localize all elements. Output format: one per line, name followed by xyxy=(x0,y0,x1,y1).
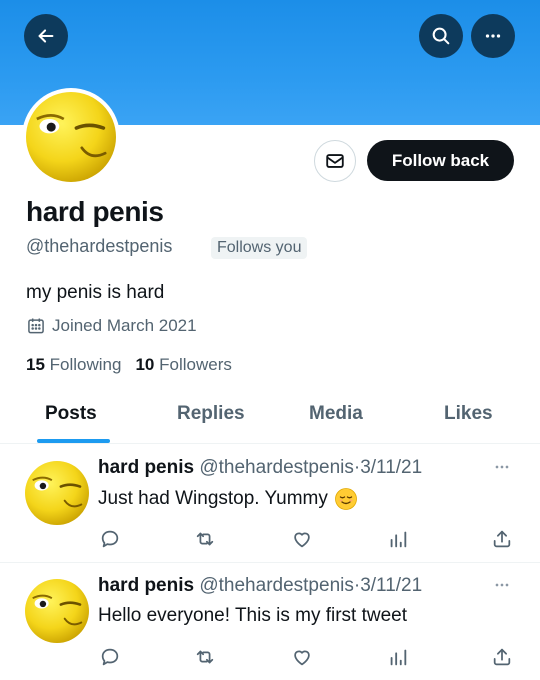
search-button[interactable] xyxy=(419,14,463,58)
more-button[interactable] xyxy=(471,14,515,58)
tweet-text: Hello everyone! This is my first tweet xyxy=(98,605,407,627)
profile-handle: @thehardestpenis xyxy=(26,236,173,256)
search-icon xyxy=(432,27,450,45)
views-button[interactable] xyxy=(386,645,410,669)
heart-icon xyxy=(294,650,310,666)
tweet-date[interactable]: 3/11/21 xyxy=(360,575,422,596)
tweet-author-name[interactable]: hard penis xyxy=(98,457,194,478)
tweet-date[interactable]: 3/11/21 xyxy=(360,457,422,478)
following-count: 15 xyxy=(26,355,45,374)
tweet-text-content: Just had Wingstop. Yummy xyxy=(98,488,328,509)
tweet-header: hard penis @thehardestpenis·3/11/21 xyxy=(98,457,422,479)
more-horizontal-icon[interactable] xyxy=(492,457,512,477)
profile-tabs: Posts Replies Media Likes xyxy=(0,390,540,444)
like-button[interactable] xyxy=(290,527,314,551)
tweet-header: hard penis @thehardestpenis·3/11/21 xyxy=(98,575,422,597)
followers-label: Followers xyxy=(159,355,232,374)
share-icon xyxy=(493,648,511,666)
reply-button[interactable] xyxy=(98,645,122,669)
reply-icon xyxy=(101,648,119,666)
message-button[interactable] xyxy=(314,140,356,182)
profile-bio: my penis is hard xyxy=(26,282,165,303)
relieved-face-emoji xyxy=(334,488,357,510)
profile-display-name: hard penis xyxy=(26,196,164,227)
reply-icon xyxy=(101,530,119,548)
like-button[interactable] xyxy=(290,645,314,669)
more-horizontal-icon xyxy=(485,34,501,38)
retweet-button[interactable] xyxy=(193,645,217,669)
tweet[interactable]: hard penis @thehardestpenis·3/11/21 Hell… xyxy=(0,563,540,680)
tweet-text-content: Hello everyone! This is my first tweet xyxy=(98,605,408,626)
follows-you-badge: Follows you xyxy=(211,237,308,259)
tweet-avatar[interactable] xyxy=(25,579,89,643)
back-button[interactable] xyxy=(24,14,68,58)
joined-date: Joined March 2021 xyxy=(26,316,197,336)
active-tab-indicator xyxy=(37,439,110,443)
tweet-actions xyxy=(0,645,540,671)
tab-likes[interactable]: Likes xyxy=(444,403,493,425)
followers-link[interactable]: 10 Followers xyxy=(135,355,231,375)
tab-replies[interactable]: Replies xyxy=(177,403,245,425)
analytics-icon xyxy=(390,649,407,666)
following-label: Following xyxy=(49,355,122,374)
tab-posts[interactable]: Posts xyxy=(45,403,97,425)
follow-counts: 15 Following 10 Followers xyxy=(26,355,232,375)
joined-date-text: Joined March 2021 xyxy=(52,316,197,335)
views-button[interactable] xyxy=(386,527,410,551)
followers-count: 10 xyxy=(135,355,155,374)
reply-button[interactable] xyxy=(98,527,122,551)
following-link[interactable]: 15 Following xyxy=(26,355,121,375)
heart-icon xyxy=(294,532,310,548)
winking-face-avatar-image xyxy=(25,461,89,525)
tweet-author-name[interactable]: hard penis xyxy=(98,575,194,596)
retweet-button[interactable] xyxy=(193,527,217,551)
tab-media[interactable]: Media xyxy=(309,403,363,425)
profile-avatar[interactable] xyxy=(22,88,120,186)
mail-icon xyxy=(326,154,344,168)
tweet-author-handle[interactable]: @thehardestpenis xyxy=(199,575,354,596)
calendar-icon xyxy=(28,318,44,334)
winking-face-avatar-image xyxy=(25,579,89,643)
tweet-text: Just had Wingstop. Yummy xyxy=(98,487,358,511)
tweet[interactable]: hard penis @thehardestpenis·3/11/21 Just… xyxy=(0,445,540,563)
tweet-avatar[interactable] xyxy=(25,461,89,525)
follow-back-button[interactable]: Follow back xyxy=(367,140,514,181)
more-horizontal-icon[interactable] xyxy=(492,575,512,595)
tweet-author-handle[interactable]: @thehardestpenis xyxy=(199,457,354,478)
winking-face-avatar-image xyxy=(26,92,116,182)
retweet-icon xyxy=(196,650,214,664)
share-icon xyxy=(493,530,511,548)
tweet-actions xyxy=(0,527,540,553)
analytics-icon xyxy=(390,531,407,548)
arrow-left-icon xyxy=(38,29,54,43)
retweet-icon xyxy=(196,532,214,546)
share-button[interactable] xyxy=(490,645,514,669)
share-button[interactable] xyxy=(490,527,514,551)
